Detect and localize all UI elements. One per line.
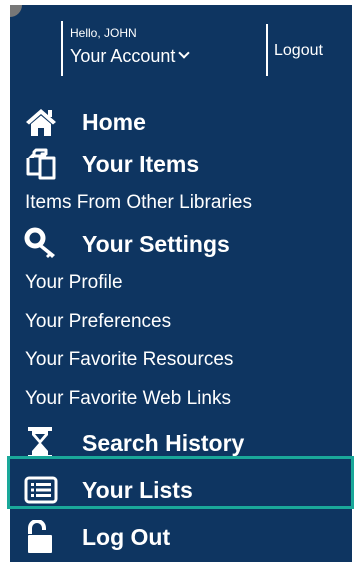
account-header: Hello, JOHN Your Account Logout	[10, 5, 352, 81]
hourglass-icon	[24, 426, 58, 460]
your-account-label: Your Account	[70, 46, 176, 66]
account-menu-panel: Hello, JOHN Your Account Logout Home You…	[10, 5, 352, 562]
menu-item-favorite-web-links[interactable]: Your Favorite Web Links	[10, 385, 352, 413]
menu-item-search-history-label: Search History	[82, 430, 245, 456]
menu-item-search-history[interactable]: Search History	[10, 425, 352, 461]
menu-item-home[interactable]: Home	[10, 104, 352, 140]
menu-item-your-items[interactable]: Your Items	[10, 146, 352, 182]
menu-item-log-out[interactable]: Log Out	[10, 519, 352, 555]
your-account-dropdown[interactable]: Your Account	[70, 45, 191, 67]
header-divider-right	[266, 24, 268, 76]
copy-items-icon	[24, 147, 58, 181]
menu-item-your-settings-label: Your Settings	[82, 231, 230, 257]
chevron-down-icon	[178, 47, 191, 59]
menu-item-items-other-libraries-label: Items From Other Libraries	[25, 192, 252, 213]
logout-link[interactable]: Logout	[274, 41, 323, 61]
unlock-icon	[24, 520, 58, 554]
menu-item-your-lists[interactable]: Your Lists	[10, 472, 352, 508]
menu-item-your-preferences-label: Your Preferences	[25, 311, 172, 332]
home-icon	[24, 105, 58, 139]
menu-item-your-items-label: Your Items	[82, 151, 200, 177]
menu-item-items-other-libraries[interactable]: Items From Other Libraries	[10, 189, 352, 217]
menu-item-favorite-web-links-label: Your Favorite Web Links	[25, 388, 231, 409]
menu-item-your-preferences[interactable]: Your Preferences	[10, 308, 352, 336]
menu-item-home-label: Home	[82, 109, 146, 135]
menu-item-your-profile[interactable]: Your Profile	[10, 269, 352, 297]
menu-item-favorite-resources-label: Your Favorite Resources	[25, 349, 234, 370]
menu-item-your-settings[interactable]: Your Settings	[10, 226, 352, 262]
menu-item-favorite-resources[interactable]: Your Favorite Resources	[10, 346, 352, 374]
greeting-text: Hello, JOHN	[70, 26, 137, 40]
key-icon	[24, 227, 58, 261]
menu-item-log-out-label: Log Out	[82, 524, 171, 550]
menu-item-your-lists-label: Your Lists	[82, 477, 193, 503]
header-divider-left	[61, 21, 63, 76]
menu-item-your-profile-label: Your Profile	[25, 272, 123, 293]
list-icon	[24, 473, 58, 507]
